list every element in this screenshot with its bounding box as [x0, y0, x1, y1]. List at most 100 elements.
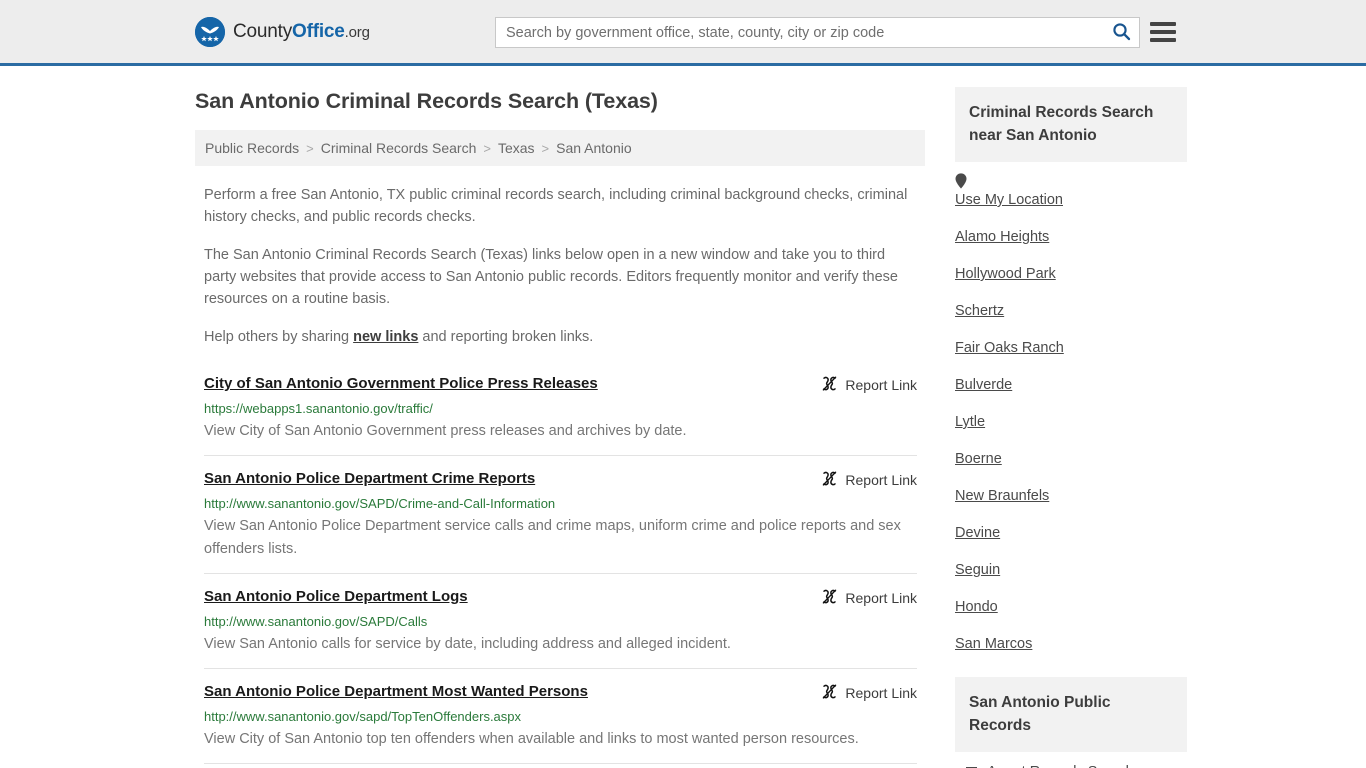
page-title: San Antonio Criminal Records Search (Tex… [195, 89, 658, 113]
list-item: City of San Antonio Government Police Pr… [204, 366, 917, 455]
resource-url: http://www.sanantonio.gov/sapd/TopTenOff… [204, 709, 522, 724]
page-body: San Antonio Criminal Records Search (Tex… [0, 66, 1366, 768]
intro-text: Perform a free San Antonio, TX public cr… [195, 184, 925, 348]
resource-url: http://www.sanantonio.gov/SAPD/Crime-and… [204, 496, 556, 511]
list-item: San Marcos [955, 626, 1187, 663]
breadcrumb-item-public-records[interactable]: Public Records [205, 140, 299, 156]
broken-link-icon [821, 683, 838, 703]
intro-p3-after: and reporting broken links. [418, 329, 594, 345]
main-column: San Antonio Criminal Records Search (Tex… [195, 66, 925, 768]
hamburger-menu-button[interactable] [1150, 19, 1176, 45]
search-icon [1112, 22, 1131, 44]
list-item: Alamo Heights [955, 219, 1187, 256]
sidebar-city-schertz[interactable]: Schertz [955, 293, 1004, 330]
breadcrumb-item-san-antonio: San Antonio [556, 140, 632, 156]
list-item: Devine [955, 515, 1187, 552]
list-item: Arrest Records Search [955, 752, 1187, 768]
search-button[interactable] [1103, 18, 1139, 47]
nearby-search-box: Criminal Records Search near San Antonio… [955, 87, 1187, 663]
resource-title-link[interactable]: City of San Antonio Government Police Pr… [204, 374, 598, 394]
broken-link-icon [821, 470, 838, 490]
list-item: New Braunfels [955, 478, 1187, 515]
public-records-box: San Antonio Public Records Arrest Record… [955, 677, 1187, 768]
resource-title-link[interactable]: San Antonio Police Department Crime Repo… [204, 469, 535, 489]
intro-paragraph-2: The San Antonio Criminal Records Search … [204, 247, 898, 307]
intro-paragraph-1: Perform a free San Antonio, TX public cr… [204, 187, 908, 225]
new-links-link[interactable]: new links [353, 329, 418, 345]
list-item: San Antonio Police Department Press Rele… [204, 763, 917, 768]
public-records-heading: San Antonio Public Records [955, 677, 1187, 752]
report-link-button[interactable]: Report Link [821, 587, 917, 608]
brand-part-org: .org [344, 23, 370, 41]
public-records-list: Arrest Records Search [955, 752, 1187, 768]
brand-part-office: Office [292, 20, 345, 42]
nearby-city-list: Use My Location Alamo Heights Hollywood … [955, 162, 1187, 663]
breadcrumb-item-texas[interactable]: Texas [498, 140, 535, 156]
breadcrumb-separator: > [483, 140, 491, 156]
resource-url: https://webapps1.sanantonio.gov/traffic/ [204, 401, 433, 416]
sidebar-city-boerne[interactable]: Boerne [955, 441, 1002, 478]
list-item: Seguin [955, 552, 1187, 589]
list-item: Fair Oaks Ranch [955, 330, 1187, 367]
list-item: Bulverde [955, 367, 1187, 404]
map-pin-icon [955, 173, 1063, 193]
resource-title-link[interactable]: San Antonio Police Department Logs [204, 587, 468, 607]
hamburger-menu-icon-bar [1150, 38, 1176, 42]
sidebar-city-new-braunfels[interactable]: New Braunfels [955, 478, 1049, 515]
list-item: Use My Location [955, 162, 1187, 219]
brand-wordmark: CountyOffice.org [233, 21, 370, 43]
resource-description: View San Antonio calls for service by da… [204, 636, 731, 652]
report-link-label: Report Link [845, 377, 917, 393]
resource-description: View San Antonio Police Department servi… [204, 518, 901, 557]
site-header: CountyOffice.org [0, 0, 1366, 66]
intro-p3-before: Help others by sharing [204, 329, 354, 345]
list-item: Hollywood Park [955, 256, 1187, 293]
nearby-search-heading: Criminal Records Search near San Antonio [955, 87, 1187, 162]
sidebar-city-seguin[interactable]: Seguin [955, 552, 1000, 589]
report-link-label: Report Link [845, 472, 917, 488]
brand-part-county: County [233, 20, 293, 42]
list-item: Boerne [955, 441, 1187, 478]
eagle-stars-logo-icon [195, 16, 225, 47]
sidebar-city-lytle[interactable]: Lytle [955, 404, 985, 441]
breadcrumb: Public Records > Criminal Records Search… [195, 130, 925, 166]
list-item: San Antonio Police Department Most Wante… [204, 668, 917, 763]
sidebar-city-fair-oaks-ranch[interactable]: Fair Oaks Ranch [955, 330, 1064, 367]
use-my-location-link[interactable]: Use My Location [955, 162, 1063, 219]
search-input[interactable] [496, 18, 1103, 47]
list-item: San Antonio Police Department Logs Repor… [204, 573, 917, 668]
hamburger-menu-icon-bar [1150, 30, 1176, 34]
sidebar: Criminal Records Search near San Antonio… [955, 66, 1187, 768]
hamburger-menu-icon-bar [1150, 22, 1176, 26]
sidebar-record-arrest-records-search[interactable]: Arrest Records Search [987, 764, 1134, 768]
list-item: Schertz [955, 293, 1187, 330]
sidebar-city-hollywood-park[interactable]: Hollywood Park [955, 256, 1056, 293]
resource-description: View City of San Antonio Government pres… [204, 423, 687, 439]
brand-logo-link[interactable]: CountyOffice.org [195, 16, 370, 47]
sidebar-city-devine[interactable]: Devine [955, 515, 1000, 552]
report-link-label: Report Link [845, 685, 917, 701]
resource-link-list: City of San Antonio Government Police Pr… [195, 366, 925, 768]
sidebar-city-alamo-heights[interactable]: Alamo Heights [955, 219, 1049, 256]
list-item: Hondo [955, 589, 1187, 626]
sidebar-city-bulverde[interactable]: Bulverde [955, 367, 1012, 404]
use-my-location-label: Use My Location [955, 192, 1063, 208]
sidebar-city-hondo[interactable]: Hondo [955, 589, 998, 626]
broken-link-icon [821, 375, 838, 395]
report-link-button[interactable]: Report Link [821, 374, 917, 395]
breadcrumb-item-criminal-records-search[interactable]: Criminal Records Search [321, 140, 477, 156]
resource-title-link[interactable]: San Antonio Police Department Most Wante… [204, 682, 588, 702]
report-link-button[interactable]: Report Link [821, 682, 917, 703]
report-link-label: Report Link [845, 590, 917, 606]
report-link-button[interactable]: Report Link [821, 469, 917, 490]
list-item: San Antonio Police Department Crime Repo… [204, 455, 917, 573]
sidebar-city-san-marcos[interactable]: San Marcos [955, 626, 1032, 663]
resource-url: http://www.sanantonio.gov/SAPD/Calls [204, 614, 428, 629]
breadcrumb-separator: > [306, 140, 314, 156]
broken-link-icon [821, 588, 838, 608]
intro-paragraph-3: Help others by sharing new links and rep… [195, 326, 925, 348]
search-bar[interactable] [495, 17, 1140, 48]
list-item: Lytle [955, 404, 1187, 441]
breadcrumb-separator: > [541, 140, 550, 156]
resource-description: View City of San Antonio top ten offende… [204, 731, 859, 747]
